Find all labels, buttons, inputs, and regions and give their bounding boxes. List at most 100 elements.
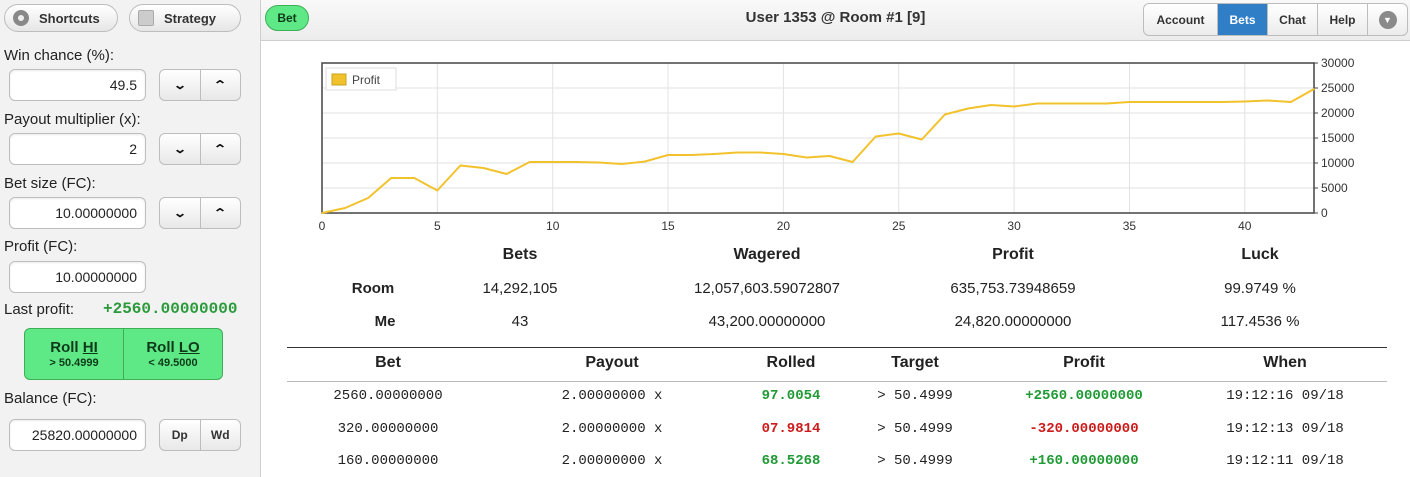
data-point — [644, 160, 646, 163]
profit-label: Profit (FC): — [4, 238, 78, 255]
payout-multiplier-input[interactable]: 2 — [9, 133, 146, 165]
roll-hi-button[interactable]: Roll HI > 50.4999 — [25, 329, 123, 379]
roll-lo-prefix: Roll — [146, 339, 179, 356]
roll-lo-key: LO — [178, 339, 200, 356]
tab-chat[interactable]: Chat — [1267, 4, 1317, 35]
tab-bets[interactable]: Bets — [1217, 4, 1267, 35]
data-point — [344, 207, 346, 209]
data-point — [436, 189, 439, 192]
bet-cell: 320.00000000 — [337, 420, 439, 437]
data-point — [944, 113, 946, 116]
last-profit-label: Last profit: — [4, 301, 75, 318]
data-point — [1128, 101, 1131, 103]
when-cell: 19:12:11 09/18 — [1226, 453, 1344, 469]
bet-size-label: Bet size (FC): — [4, 175, 96, 192]
chevron-down-icon: ⌄ — [172, 142, 187, 156]
profit-cell: +160.00000000 — [1029, 453, 1139, 469]
bets-col-when: When — [1263, 354, 1307, 371]
data-point — [851, 161, 854, 163]
header: Bet User 1353 @ Room #1 [9] Account Bets… — [261, 0, 1410, 41]
payout-decrease-button[interactable]: ⌄ — [160, 134, 200, 164]
rolled-cell: 07.9814 — [761, 420, 821, 437]
deposit-button[interactable]: Dp — [160, 420, 200, 450]
profit-chart: 0 5 10 15 20 25 30 35 40 0 5000 10000 15000 20000 2500… — [319, 56, 1355, 233]
bet-cell: 2560.00000000 — [333, 388, 443, 404]
data-point — [897, 132, 900, 135]
y-tick-label: 25000 — [1321, 81, 1355, 95]
data-point — [1151, 101, 1154, 103]
y-tick-label: 30000 — [1321, 56, 1355, 70]
data-point — [759, 151, 762, 154]
data-point — [551, 161, 554, 163]
bets-col-rolled: Rolled — [766, 354, 816, 371]
data-point — [874, 135, 877, 138]
table-header-rule — [287, 381, 1387, 382]
data-point — [1220, 101, 1223, 103]
balance-field: 25820.00000000 — [9, 419, 146, 451]
shortcuts-button[interactable]: Shortcuts — [4, 4, 118, 32]
win-chance-decrease-button[interactable]: ⌄ — [160, 70, 200, 100]
target-cell: > 50.4999 — [877, 453, 953, 469]
tab-account[interactable]: Account — [1144, 4, 1217, 35]
data-point — [574, 161, 577, 163]
table-top-rule — [287, 347, 1387, 348]
chevron-down-icon: ⌄ — [172, 206, 187, 220]
payout-cell: 2.00000000 x — [561, 388, 663, 404]
data-point — [1105, 102, 1108, 105]
payout-cell: 2.00000000 x — [561, 453, 663, 469]
win-chance-input[interactable]: 49.5 — [9, 69, 146, 101]
bets-col-profit: Profit — [1063, 354, 1105, 371]
tab-help[interactable]: Help — [1317, 4, 1367, 35]
withdraw-button[interactable]: Wd — [199, 420, 241, 450]
data-point — [1243, 100, 1246, 103]
stats-me-bets: 43 — [511, 313, 529, 330]
stats-room-wagered: 12,057,603.59072807 — [694, 280, 840, 297]
data-point — [667, 154, 669, 156]
profit-input[interactable]: 10.00000000 — [9, 261, 146, 293]
balance-label: Balance (FC): — [4, 390, 97, 407]
data-point — [736, 151, 739, 154]
data-point — [1267, 99, 1269, 102]
stats-header-bets: Bets — [502, 246, 538, 263]
y-tick-label: 0 — [1321, 206, 1328, 220]
data-point — [1036, 102, 1038, 105]
strategy-icon — [138, 10, 154, 26]
data-point — [482, 167, 485, 169]
menu-dropdown-button[interactable]: ▼ — [1367, 4, 1407, 35]
data-point — [990, 104, 992, 106]
profit-cell: +2560.00000000 — [1025, 388, 1143, 404]
win-chance-label: Win chance (%): — [4, 47, 115, 64]
strategy-button[interactable]: Strategy — [129, 4, 241, 32]
stats-room-profit: 635,753.73948659 — [950, 280, 1076, 297]
win-chance-increase-button[interactable]: ⌃ — [199, 70, 241, 100]
x-tick-label: 40 — [1238, 219, 1252, 233]
when-cell: 19:12:13 09/18 — [1226, 420, 1344, 437]
chevron-down-icon: ⌄ — [172, 78, 187, 92]
payout-cell: 2.00000000 x — [561, 420, 663, 437]
data-point — [621, 163, 623, 165]
roll-lo-button[interactable]: Roll LO < 49.5000 — [123, 329, 222, 379]
data-point — [528, 161, 531, 163]
bet-size-increase-button[interactable]: ⌃ — [199, 198, 241, 228]
stats-header-profit: Profit — [992, 246, 1034, 263]
data-point — [1174, 101, 1177, 103]
x-tick-label: 25 — [892, 219, 906, 233]
bets-col-target: Target — [891, 354, 939, 371]
data-point — [1290, 101, 1292, 103]
deposit-withdraw-group: Dp Wd — [159, 419, 241, 451]
bet-size-decrease-button[interactable]: ⌄ — [160, 198, 200, 228]
x-tick-label: 15 — [661, 219, 675, 233]
payout-increase-button[interactable]: ⌃ — [199, 134, 241, 164]
data-point — [828, 155, 831, 157]
profit-cell: -320.00000000 — [1029, 420, 1139, 437]
stats-header-luck: Luck — [1241, 246, 1279, 263]
data-point — [782, 153, 785, 155]
bet-size-input[interactable]: 10.00000000 — [9, 197, 146, 229]
nav-tabs: Account Bets Chat Help ▼ — [1143, 3, 1408, 36]
data-point — [921, 138, 923, 141]
data-point — [713, 153, 715, 155]
data-point — [459, 164, 462, 167]
chevron-down-icon: ▼ — [1378, 10, 1397, 29]
bets-col-bet: Bet — [375, 354, 401, 371]
x-tick-label: 20 — [777, 219, 791, 233]
